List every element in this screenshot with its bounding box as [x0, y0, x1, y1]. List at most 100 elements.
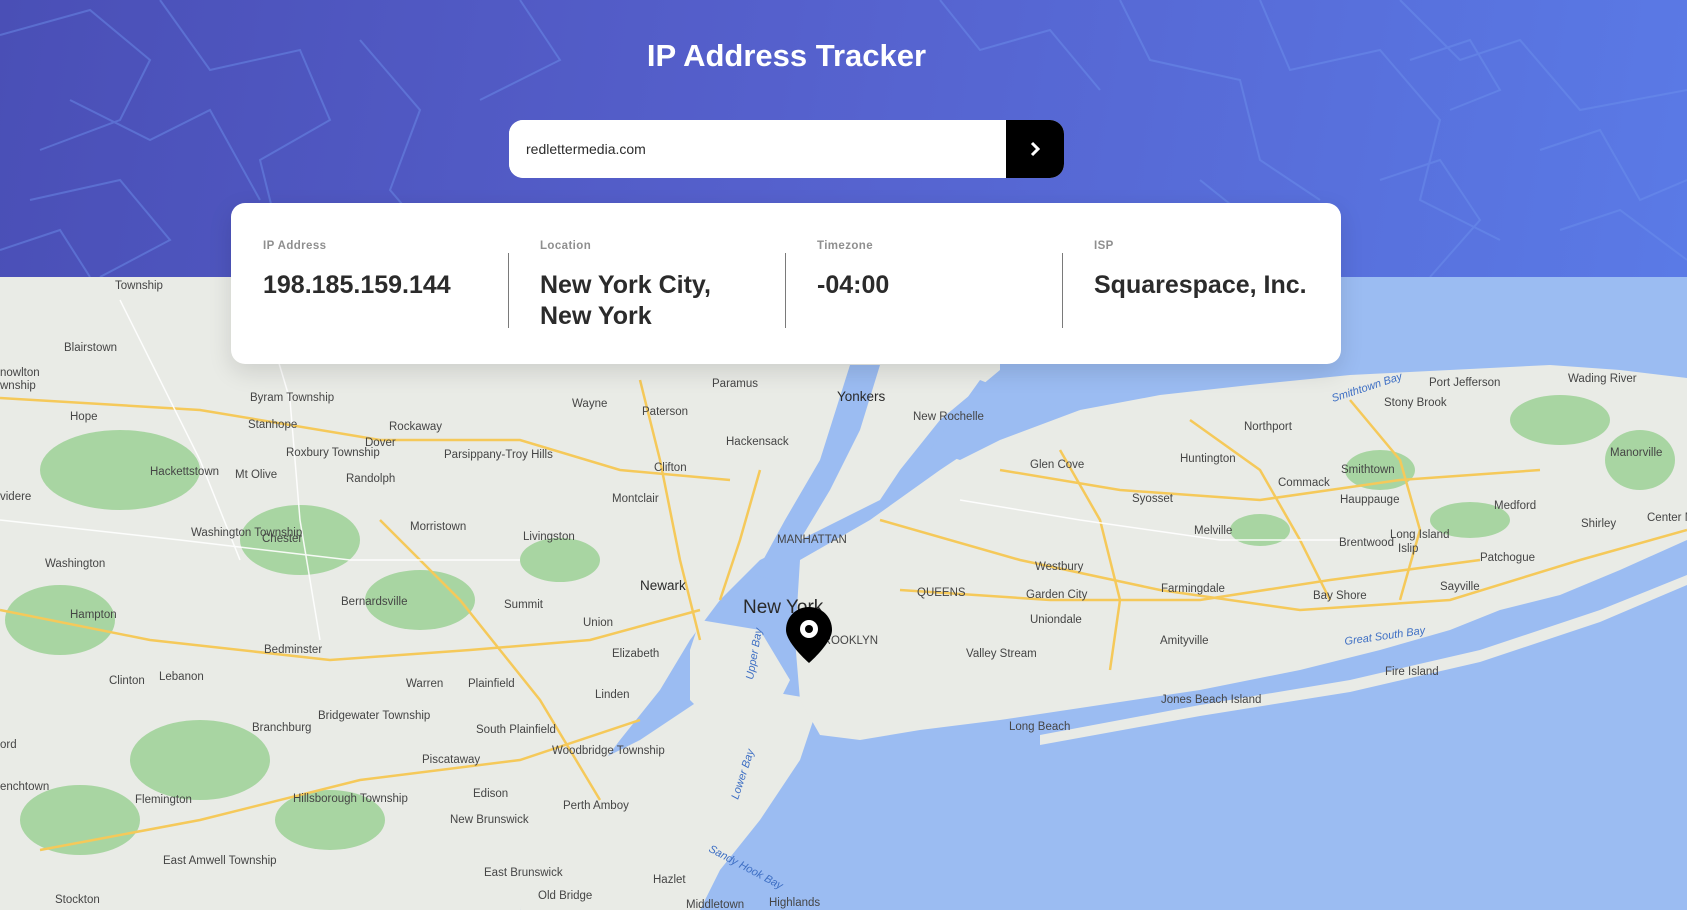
search-form: [509, 120, 1064, 178]
map-place-label: Dover: [365, 437, 396, 449]
map-place-label: New Brunswick: [450, 814, 529, 826]
map-place-label: Rockaway: [389, 421, 442, 433]
map-place-label: Elizabeth: [612, 648, 659, 660]
map-place-label: Blairstown: [64, 342, 117, 354]
map-place-label: Smithtown: [1341, 464, 1395, 476]
map-place-label: QUEENS: [917, 587, 966, 599]
map-place-label: Parsippany-Troy Hills: [444, 449, 553, 461]
map-place-label: Farmingdale: [1161, 583, 1225, 595]
map-place-label: Edison: [473, 788, 508, 800]
map-place-label: Morristown: [410, 521, 466, 533]
chevron-right-icon: [1030, 141, 1041, 157]
map-place-label: Union: [583, 617, 613, 629]
map-place-label: Randolph: [346, 473, 395, 485]
map-place-label: Byram Township: [250, 392, 334, 404]
map-place-label: Livingston: [523, 531, 575, 543]
map-place-label: New Rochelle: [913, 411, 984, 423]
map-place-label: Brentwood: [1339, 537, 1394, 549]
map-place-label: nowlton: [0, 367, 40, 379]
map-place-label: Hackensack: [726, 436, 789, 448]
map-place-label: Center Moriches: [1647, 512, 1687, 524]
map-place-label: Piscataway: [422, 754, 480, 766]
map-place-label: Islip: [1398, 543, 1418, 555]
map-place-label: Uniondale: [1030, 614, 1082, 626]
map-place-label: Northport: [1244, 421, 1293, 433]
map-place-label: Westbury: [1035, 561, 1084, 573]
map-place-label: Glen Cove: [1030, 459, 1084, 471]
map-place-label: Garden City: [1026, 589, 1088, 601]
map-place-label: Summit: [504, 599, 544, 611]
map-place-label: Wayne: [572, 398, 607, 410]
location-section: Location New York City, New York: [508, 240, 785, 364]
ip-address-label: IP Address: [263, 240, 327, 252]
map-place-label: Bridgewater Township: [318, 710, 430, 722]
map-place-label: Long Beach: [1009, 721, 1070, 733]
map-place-label: Branchburg: [252, 722, 311, 734]
map-place-label: Wading River: [1568, 373, 1637, 385]
map-place-label: Paterson: [642, 406, 688, 418]
map-place-label: Plainfield: [468, 678, 515, 690]
map-place-label: Clifton: [654, 462, 687, 474]
map-place-label: Stockton: [55, 894, 100, 906]
map-place-label: Shirley: [1581, 518, 1616, 530]
search-input[interactable]: [509, 120, 1006, 178]
map-place-label: South Plainfield: [476, 724, 556, 736]
map-view[interactable]: Township Blairstown nowlton wnship Hope …: [0, 277, 1687, 910]
map-place-label: Warren: [406, 678, 443, 690]
map-place-label: Bernardsville: [341, 596, 407, 608]
location-pin-icon: [786, 607, 832, 663]
map-place-label: Jones Beach Island: [1161, 694, 1261, 706]
map-place-label: wnship: [0, 380, 36, 392]
map-place-label: Huntington: [1180, 453, 1236, 465]
map-place-label: Valley Stream: [966, 648, 1037, 660]
map-canvas[interactable]: Township Blairstown nowlton wnship Hope …: [0, 277, 1687, 910]
map-place-label: Montclair: [612, 493, 659, 505]
ip-address-section: IP Address 198.185.159.144: [231, 240, 508, 364]
isp-value: Squarespace, Inc.: [1094, 271, 1307, 299]
map-place-label: videre: [0, 491, 31, 503]
ip-address-value: 198.185.159.144: [263, 271, 451, 299]
map-place-label: Hazlet: [653, 874, 686, 886]
map-place-label: Medford: [1494, 500, 1536, 512]
location-label: Location: [540, 240, 592, 252]
map-place-label: Stanhope: [248, 419, 297, 431]
map-place-label: Hampton: [70, 609, 117, 621]
map-place-label: Township: [115, 280, 163, 292]
map-place-label: Hillsborough Township: [293, 793, 408, 805]
map-place-label: Mt Olive: [235, 469, 277, 481]
map-place-label: MANHATTAN: [777, 534, 847, 546]
search-submit-button[interactable]: [1006, 120, 1064, 178]
map-place-label: Newark: [640, 578, 686, 593]
map-place-label: Melville: [1194, 525, 1232, 537]
isp-section: ISP Squarespace, Inc.: [1062, 240, 1339, 364]
map-place-label: Yonkers: [837, 389, 886, 404]
map-place-label: Syosset: [1132, 493, 1174, 505]
map-place-label: Port Jefferson: [1429, 377, 1500, 389]
timezone-section: Timezone -04:00: [785, 240, 1062, 364]
ip-info-card: IP Address 198.185.159.144 Location New …: [231, 203, 1341, 364]
map-place-label: Fire Island: [1385, 666, 1439, 678]
map-place-label: Woodbridge Township: [552, 745, 665, 757]
map-place-label: Middletown: [686, 899, 744, 910]
map-place-label: ord: [0, 739, 17, 751]
map-place-label: Patchogue: [1480, 552, 1535, 564]
map-place-label: East Amwell Township: [163, 855, 277, 867]
map-place-label: Highlands: [769, 897, 820, 909]
map-place-label: Bedminster: [264, 644, 322, 656]
map-place-label: Manorville: [1610, 447, 1662, 459]
map-place-label: Perth Amboy: [563, 800, 629, 812]
map-place-label: Sayville: [1440, 581, 1480, 593]
map-place-label: Lebanon: [159, 671, 204, 683]
timezone-value: -04:00: [817, 271, 890, 299]
page-title: IP Address Tracker: [646, 38, 927, 73]
timezone-label: Timezone: [817, 240, 874, 252]
map-place-label: Old Bridge: [538, 890, 592, 902]
map-place-label: Hackettstown: [150, 466, 219, 478]
location-marker[interactable]: [786, 607, 832, 668]
map-place-label: enchtown: [0, 781, 49, 793]
location-value: New York City, New York: [540, 271, 711, 330]
map-place-label: Linden: [595, 689, 630, 701]
map-place-label: East Brunswick: [484, 867, 563, 879]
map-place-label: Flemington: [135, 794, 192, 806]
isp-label: ISP: [1094, 240, 1114, 252]
